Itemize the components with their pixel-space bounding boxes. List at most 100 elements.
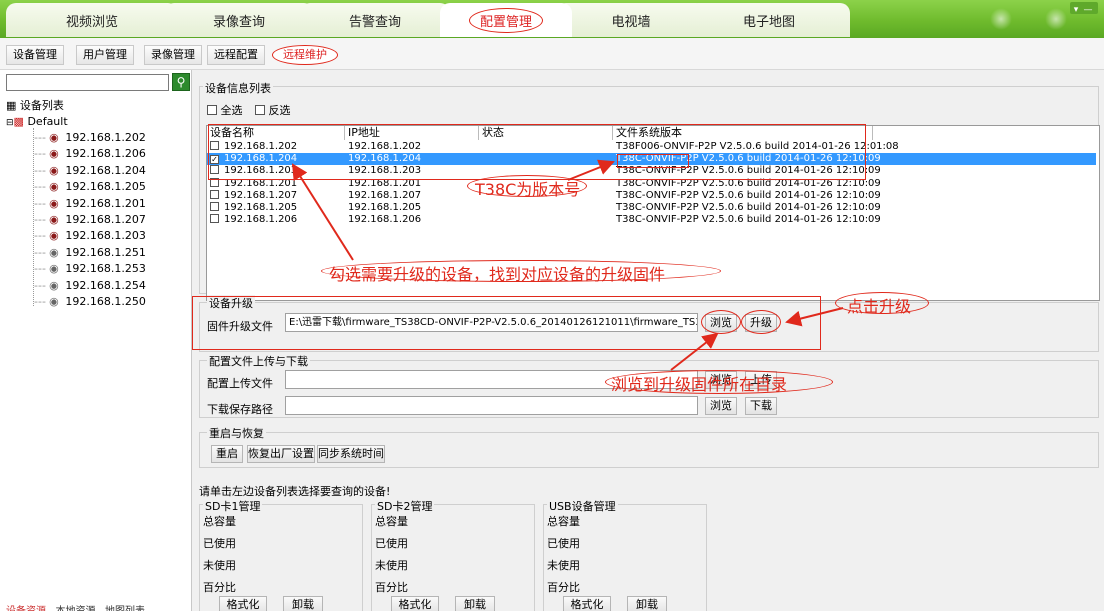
sync-time-button[interactable]: 同步系统时间 — [317, 445, 385, 463]
tab-label: 电子地图 — [742, 14, 795, 30]
tab-alarm-query[interactable]: 告警查询 — [300, 3, 450, 37]
config-file-title: 配置文件上传与下载 — [207, 353, 310, 369]
storage-total-label: 总容量 — [547, 515, 580, 528]
tab-label: 配置管理 — [468, 7, 543, 33]
annotation-box-upgrade — [192, 296, 821, 350]
user-manage-button[interactable]: 用户管理 — [76, 45, 134, 65]
cell-version: T38C-ONVIF-P2P V2.5.0.6 build 2014-01-26… — [616, 202, 881, 213]
invert-option[interactable]: 反选 — [255, 102, 291, 118]
camera-icon: ◉ — [49, 213, 59, 226]
storage-prompt: 请单击左边设备列表选择要查询的设备! — [199, 485, 391, 498]
remote-maintain-button[interactable]: 远程维护 — [272, 45, 338, 65]
select-all-option[interactable]: 全选 — [207, 102, 243, 118]
tab-config-manage[interactable]: 配置管理 — [440, 3, 572, 37]
storage-used-label: 已使用 — [203, 537, 236, 550]
tab-label: 视频浏览 — [65, 14, 118, 30]
cell-version: T38C-ONVIF-P2P V2.5.0.6 build 2014-01-26… — [616, 214, 881, 226]
search-icon[interactable]: ⚲ — [172, 73, 190, 91]
storage-group-title: SD卡2管理 — [375, 498, 435, 514]
unmount-button[interactable]: 卸载 — [283, 596, 323, 611]
tree-device-item[interactable]: --- ◉ 192.168.1.206 — [34, 146, 146, 162]
tab-local-resource[interactable]: 本地资源 — [56, 602, 96, 611]
select-all-checkbox[interactable] — [207, 105, 217, 115]
cell-version: T38C-ONVIF-P2P V2.5.0.6 build 2014-01-26… — [616, 189, 881, 201]
download-button[interactable]: 下载 — [745, 397, 777, 415]
download-browse-button[interactable]: 浏览 — [705, 397, 737, 415]
row-checkbox[interactable] — [210, 202, 219, 214]
record-manage-button[interactable]: 录像管理 — [144, 45, 202, 65]
tab-video-browse[interactable]: 视频浏览 — [6, 3, 178, 37]
row-checkbox[interactable] — [210, 214, 219, 226]
tree-device-label: 192.168.1.204 — [65, 163, 146, 177]
storage-unused-label: 未使用 — [375, 559, 408, 572]
collapse-icon: ⊟ — [6, 118, 14, 128]
tab-label: 电视墙 — [611, 14, 651, 30]
tree-device-item[interactable]: --- ◉ 192.168.1.207 — [34, 212, 146, 228]
storage-group-title: SD卡1管理 — [203, 498, 263, 514]
invert-checkbox[interactable] — [255, 105, 265, 115]
group-icon: ▩ — [13, 115, 24, 128]
tree-device-item[interactable]: --- ◉ 192.168.1.201 — [34, 196, 146, 212]
camera-icon: ◉ — [49, 196, 59, 210]
row-checkbox[interactable] — [210, 189, 219, 202]
device-manage-button[interactable]: 设备管理 — [6, 45, 64, 65]
cell-ip: 192.168.1.207 — [348, 189, 422, 201]
tab-label: 告警查询 — [348, 14, 401, 30]
annotation-version-note: T38C为版本号 — [475, 180, 581, 199]
unmount-button[interactable]: 卸载 — [455, 596, 495, 611]
minimize-icon[interactable]: — — [1082, 5, 1094, 15]
tab-map-list[interactable]: 地图列表 — [105, 602, 145, 611]
tree-device-item[interactable]: --- ◉ 192.168.1.202 — [34, 130, 146, 146]
tree-root-label: 设备列表 — [19, 99, 64, 112]
annotation-browse-note: 浏览到升级固件所在目录 — [611, 375, 788, 394]
tree-device-label: 192.168.1.251 — [65, 245, 146, 259]
tree-group[interactable]: ⊟▩ Default — [6, 114, 68, 130]
table-row[interactable]: 192.168.1.205 192.168.1.205 T38C-ONVIF-P2P… — [207, 202, 1096, 214]
reboot-button[interactable]: 重启 — [211, 445, 243, 463]
download-path-field[interactable] — [285, 396, 698, 415]
annotation-select-note: 勾选需要升级的设备，找到对应设备的升级固件 — [329, 265, 666, 284]
cell-name: 192.168.1.205 — [224, 202, 298, 213]
table-row[interactable]: 192.168.1.207 192.168.1.207 T38C-ONVIF-P2P… — [207, 189, 1096, 202]
remote-config-button[interactable]: 远程配置 — [207, 45, 265, 65]
decor-glow — [990, 8, 1012, 30]
search-input[interactable] — [6, 74, 169, 91]
main-tab-bar: 视频浏览 录像查询 告警查询 电视墙 电子地图 配置管理 ▾ — — [0, 0, 1104, 38]
tab-tv-wall[interactable]: 电视墙 — [556, 3, 706, 37]
tab-record-query[interactable]: 录像查询 — [164, 3, 314, 37]
tree-device-label: 192.168.1.205 — [65, 180, 146, 194]
reboot-title: 重启与恢复 — [207, 425, 266, 441]
config-upload-label: 配置上传文件 — [207, 377, 273, 390]
camera-icon: ◉ — [49, 131, 59, 144]
tree-group-label: Default — [27, 115, 68, 128]
tree-device-label: 192.168.1.207 — [65, 213, 146, 226]
format-button[interactable]: 格式化 — [563, 596, 611, 611]
format-button[interactable]: 格式化 — [219, 596, 267, 611]
camera-icon: ◉ — [49, 278, 59, 292]
left-bottom-tabs: 设备资源 本地资源 地图列表 — [0, 602, 191, 611]
tree-device-item[interactable]: --- ◉ 192.168.1.250 — [34, 294, 146, 310]
menu-icon[interactable]: ▾ — [1070, 5, 1082, 15]
factory-reset-button[interactable]: 恢复出厂设置 — [247, 445, 315, 463]
remote-maintain-panel: 设备信息列表 全选 反选 设备名称 IP地址 状态 文件系统版本 192.168… — [192, 70, 1104, 611]
tree-device-item[interactable]: --- ◉ 192.168.1.251 — [34, 245, 146, 261]
tree-device-item[interactable]: --- ◉ 192.168.1.254 — [34, 278, 146, 294]
tree-device-item[interactable]: --- ◉ 192.168.1.253 — [34, 261, 146, 277]
camera-icon: ◉ — [49, 229, 59, 243]
tree-device-item[interactable]: --- ◉ 192.168.1.203 — [34, 228, 146, 244]
cell-name: 192.168.1.207 — [224, 189, 298, 201]
tree-root[interactable]: ▦ 设备列表 — [6, 98, 64, 114]
decor-glow — [1045, 8, 1067, 30]
storage-unused-label: 未使用 — [547, 559, 580, 572]
tree-device-label: 192.168.1.250 — [65, 295, 146, 308]
unmount-button[interactable]: 卸载 — [627, 596, 667, 611]
storage-used-label: 已使用 — [375, 537, 408, 550]
table-row[interactable]: 192.168.1.206 192.168.1.206 T38C-ONVIF-P2P… — [207, 214, 1096, 226]
camera-icon: ◉ — [49, 295, 59, 308]
tree-device-item[interactable]: --- ◉ 192.168.1.204 — [34, 163, 146, 179]
tab-emap[interactable]: 电子地图 — [688, 3, 850, 37]
format-button[interactable]: 格式化 — [391, 596, 439, 611]
tab-device-resource[interactable]: 设备资源 — [6, 602, 46, 611]
tree-device-item[interactable]: --- ◉ 192.168.1.205 — [34, 179, 146, 195]
tree-device-label: 192.168.1.203 — [65, 229, 146, 243]
